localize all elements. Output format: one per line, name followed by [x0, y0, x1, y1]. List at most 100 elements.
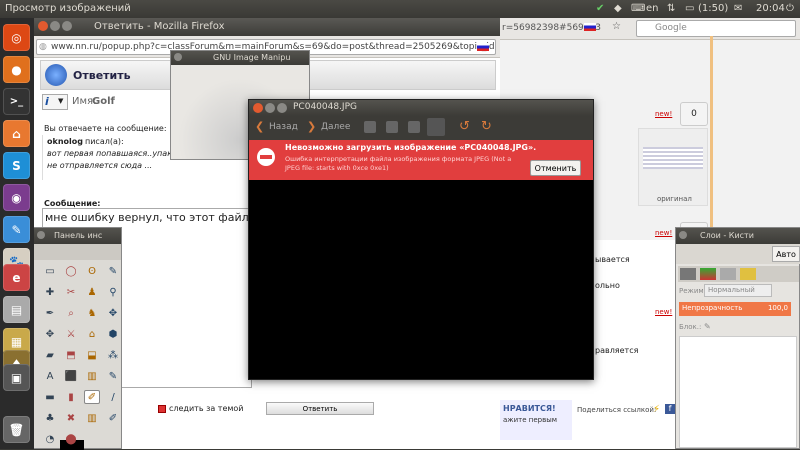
icon-select[interactable]: i ▼	[42, 94, 68, 110]
submit-button[interactable]: Ответить	[266, 402, 374, 415]
background-toolbar: r=56982398#569823 ☆ Google	[500, 18, 800, 40]
zoom-normal-icon[interactable]	[408, 121, 420, 133]
launcher-media-button[interactable]: ◉	[3, 184, 30, 211]
battery-time[interactable]: (1:50)	[698, 3, 728, 14]
auto-button[interactable]: Авто	[772, 246, 800, 262]
zoom-out-icon[interactable]	[386, 121, 398, 133]
tab-paths[interactable]	[720, 268, 736, 280]
zoom-in-icon[interactable]	[364, 121, 376, 133]
lasso-icon[interactable]: ʘ	[84, 264, 100, 278]
dodge2-icon[interactable]: ◔	[42, 432, 58, 446]
clock[interactable]: 20:04	[756, 3, 785, 14]
minimize-icon[interactable]	[265, 103, 275, 113]
new-label-2[interactable]: new!	[655, 229, 672, 237]
heal-icon[interactable]: ⬓	[84, 348, 100, 362]
keyboard-layout[interactable]: en	[646, 3, 659, 14]
back-button[interactable]: Назад	[269, 122, 298, 132]
new-label-1[interactable]: new!	[655, 110, 672, 118]
forward-arrow-icon[interactable]: ❯	[307, 120, 316, 133]
star-icon[interactable]: ☆	[612, 21, 621, 32]
dropbox-icon[interactable]: ◆	[614, 3, 622, 14]
burn-icon[interactable]: ⬤	[63, 432, 79, 446]
launcher-editor-button[interactable]: ✎	[3, 216, 30, 243]
tab-channels[interactable]	[700, 268, 716, 280]
paintbrush-icon[interactable]: ▬	[42, 390, 58, 404]
search-box[interactable]: Google	[636, 20, 796, 37]
opacity-slider[interactable]: Непрозрачность 100,0	[679, 302, 791, 316]
heal2-icon[interactable]: ✖	[63, 411, 79, 425]
like-box[interactable]: НРАВИТСЯ! ажите первым	[500, 400, 572, 440]
scissors-icon[interactable]: ✂	[63, 285, 79, 299]
smudge-icon[interactable]: ⬛	[63, 369, 79, 383]
foreground-select-icon[interactable]: ♟	[84, 285, 100, 299]
bucket-icon[interactable]: ▰	[42, 348, 58, 362]
airbrush-icon[interactable]: ✐	[84, 390, 100, 404]
cage-icon[interactable]: ⁂	[105, 348, 121, 362]
forward-button[interactable]: Далее	[321, 122, 350, 132]
close-icon[interactable]	[174, 53, 182, 61]
thumbnail[interactable]: оригинал	[638, 128, 708, 206]
zoom-icon[interactable]: ⚲	[105, 285, 121, 299]
cancel-button[interactable]: Отменить	[530, 160, 581, 176]
magic-wand-icon[interactable]: ✎	[105, 264, 121, 278]
perspective-clone-icon[interactable]: ▥	[84, 411, 100, 425]
blend-icon[interactable]: ⬒	[63, 348, 79, 362]
battery-icon[interactable]: ▭	[685, 3, 694, 14]
original-link[interactable]: оригинал	[657, 195, 692, 203]
keyboard-icon[interactable]: ⌨	[631, 3, 645, 14]
close-icon[interactable]	[253, 103, 263, 113]
mode-select[interactable]: Нормальный	[704, 284, 772, 297]
lock-label: Блок.:	[679, 323, 702, 331]
rotate-left-icon[interactable]: ↺	[459, 119, 470, 134]
stamp-icon[interactable]: ♣	[42, 411, 58, 425]
launcher-app-button[interactable]: e	[3, 264, 30, 291]
move-icon[interactable]: ✥	[105, 306, 121, 320]
tab-history[interactable]	[740, 268, 756, 280]
layers-list[interactable]	[679, 336, 797, 448]
fit-icon[interactable]	[427, 118, 445, 136]
close-icon[interactable]	[38, 21, 48, 31]
close-icon[interactable]	[679, 231, 687, 239]
pencil-icon[interactable]: ✎	[105, 369, 121, 383]
new-label-3[interactable]: new!	[655, 308, 672, 316]
mail-icon[interactable]: ✉	[734, 3, 742, 14]
close-icon[interactable]	[37, 231, 45, 239]
rect-select-icon[interactable]: ▭	[42, 264, 58, 278]
rotate-right-icon[interactable]: ↻	[481, 119, 492, 134]
launcher-home-button[interactable]: ⌂	[3, 120, 30, 147]
launcher-terminal-button[interactable]: >_	[3, 88, 30, 115]
eraser-icon[interactable]: ▮	[63, 390, 79, 404]
follow-checkbox[interactable]	[158, 405, 166, 413]
power-icon[interactable]: ⏻	[786, 3, 794, 14]
transform-icon[interactable]: ⚔	[63, 327, 79, 341]
launcher-workspace-button[interactable]: ▣	[3, 364, 30, 391]
color-picker-icon[interactable]: ⌕	[63, 306, 79, 320]
lock-pencil-icon[interactable]: ✎	[704, 322, 711, 331]
align-icon[interactable]: ✥	[42, 327, 58, 341]
back-arrow-icon[interactable]: ❮	[255, 120, 264, 133]
text-icon[interactable]: A	[42, 369, 58, 383]
ink-icon[interactable]: /	[105, 390, 121, 404]
launcher-trash-button[interactable]: 🗑	[3, 416, 30, 443]
flip-icon[interactable]: ⬢	[105, 327, 121, 341]
network-icon[interactable]: ⇅	[667, 3, 675, 14]
checkmark-icon[interactable]: ✔	[596, 3, 604, 14]
clone-icon[interactable]: ♞	[84, 306, 100, 320]
lightning-icon[interactable]: ⚡	[653, 404, 660, 415]
ellipse-select-icon[interactable]: ◯	[63, 264, 79, 278]
launcher-skype-button[interactable]: S	[3, 152, 30, 179]
launcher-printer-button[interactable]: ▤	[3, 296, 30, 323]
perspective-icon[interactable]: ⌂	[84, 327, 100, 341]
paths-icon[interactable]: ✒	[42, 306, 58, 320]
launcher-firefox-button[interactable]: ●	[3, 56, 30, 83]
crop-icon[interactable]: ✚	[42, 285, 58, 299]
tab-layers[interactable]	[680, 268, 696, 280]
maximize-icon[interactable]	[62, 21, 72, 31]
dodge-icon[interactable]: ▥	[84, 369, 100, 383]
image-area[interactable]	[249, 180, 593, 379]
facebook-icon[interactable]: f	[665, 404, 675, 414]
blur-icon[interactable]: ✐	[105, 411, 121, 425]
minimize-icon[interactable]	[50, 21, 60, 31]
launcher-dash-button[interactable]: ◎	[3, 24, 30, 51]
maximize-icon[interactable]	[277, 103, 287, 113]
